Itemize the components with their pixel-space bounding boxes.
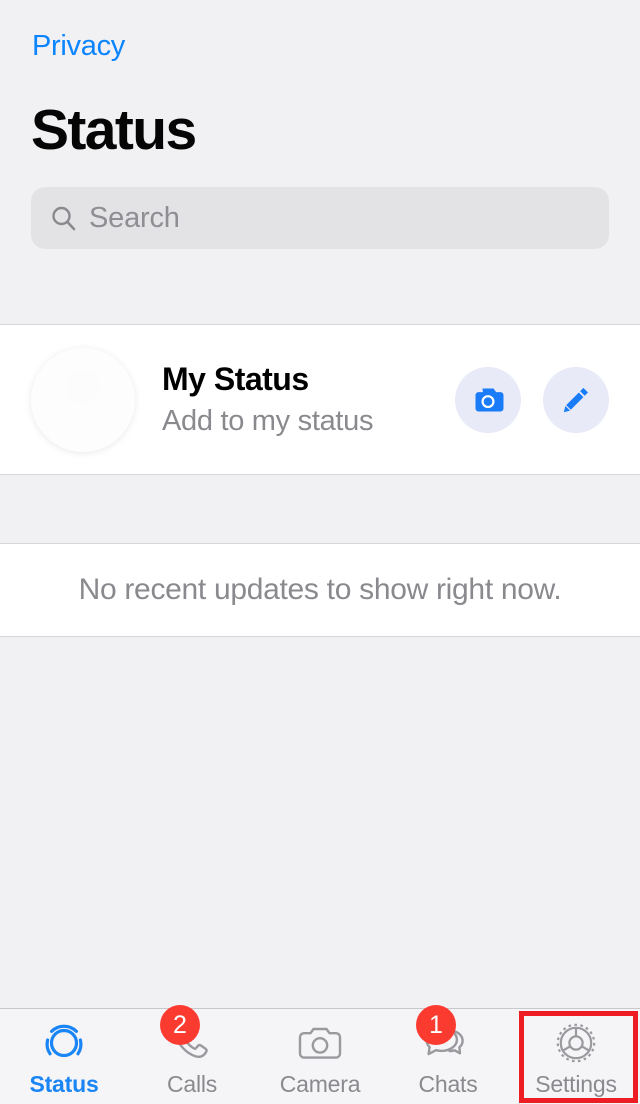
section-gap [0,475,640,543]
my-status-actions [455,366,609,433]
compose-button[interactable] [543,366,609,433]
tab-camera-label: Camera [279,1071,361,1097]
chats-badge: 1 [416,1005,456,1045]
camera-outline-icon [292,1017,348,1069]
nav-header: Privacy Status [0,0,640,160]
tab-bar: Status 2 Calls Camera 1 Chats Settings [0,1005,640,1104]
tab-camera[interactable]: Camera [256,1009,384,1104]
search-placeholder: Search [89,202,180,234]
pencil-icon [560,384,592,416]
search-bar-container: Search [0,160,640,249]
camera-icon [471,385,505,415]
avatar [31,347,135,452]
gear-icon [548,1017,604,1069]
my-status-subtitle: Add to my status [162,405,374,437]
tab-chats-label: Chats [418,1071,478,1097]
tab-chats[interactable]: 1 Chats [384,1005,512,1104]
search-icon [49,204,79,234]
recent-updates-empty-state: No recent updates to show right now. [0,543,640,637]
search-input[interactable]: Search [31,187,609,249]
status-screen: Privacy Status Search My Status Add to m… [0,0,640,1104]
tab-status-label: Status [29,1071,99,1097]
content-filler [0,637,640,1008]
my-status-row[interactable]: My Status Add to my status [0,324,640,475]
page-title: Status [31,98,197,162]
status-ring-icon [36,1017,92,1069]
calls-badge: 2 [160,1005,200,1045]
empty-state-message: No recent updates to show right now. [78,573,562,606]
tab-settings-label: Settings [535,1071,617,1097]
header-bottom-spacer [0,249,640,324]
tab-calls[interactable]: 2 Calls [128,1005,256,1104]
tab-settings[interactable]: Settings [512,1009,640,1104]
tab-status[interactable]: Status [0,1009,128,1104]
my-status-texts: My Status Add to my status [162,360,455,439]
back-link-privacy[interactable]: Privacy [0,0,125,63]
my-status-title: My Status [162,361,309,397]
tab-calls-label: Calls [166,1071,218,1097]
camera-button[interactable] [455,366,521,433]
